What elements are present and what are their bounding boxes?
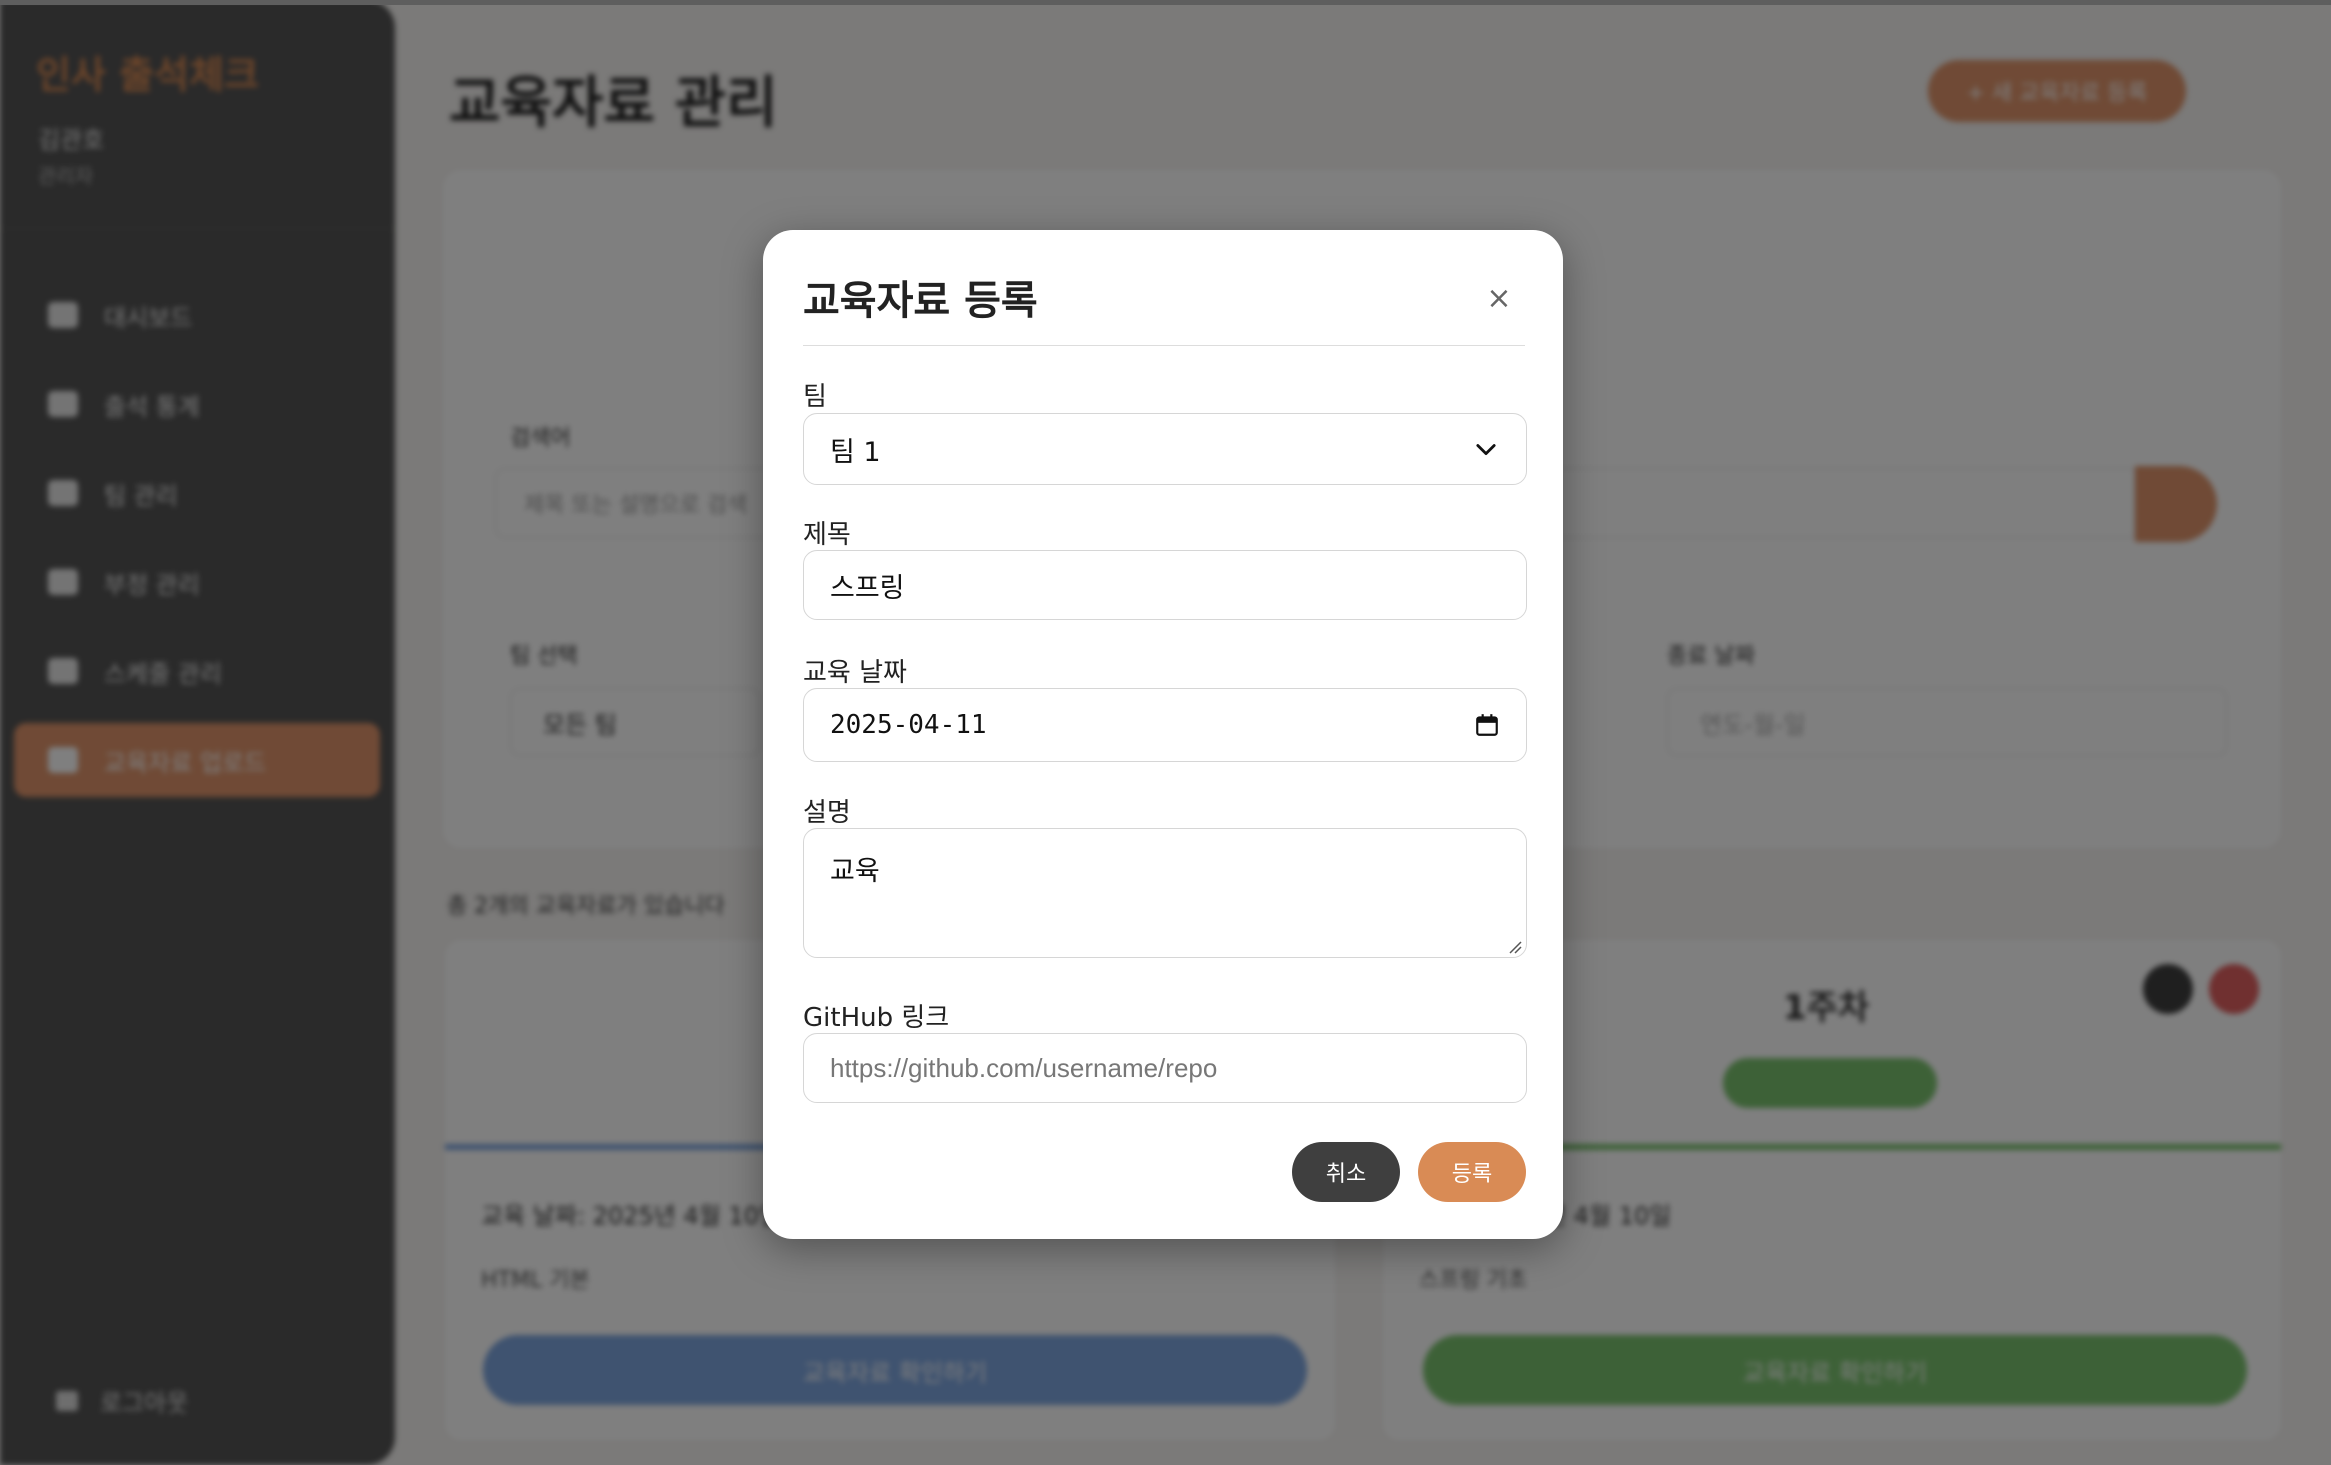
team-select[interactable]: 팀 1 <box>803 413 1527 485</box>
modal-divider <box>803 345 1525 346</box>
github-link-input[interactable] <box>803 1033 1527 1103</box>
description-label: 설명 <box>803 798 851 828</box>
submit-button[interactable]: 등록 <box>1418 1142 1526 1202</box>
calendar-icon[interactable] <box>1474 712 1500 738</box>
register-material-modal: 교육자료 등록 × 팀 팀 1 제목 교육 날짜 2025-04-11 설명 교… <box>763 230 1563 1239</box>
modal-title: 교육자료 등록 <box>803 278 1038 324</box>
date-value: 2025-04-11 <box>830 710 987 740</box>
team-select-value: 팀 1 <box>830 436 881 468</box>
date-input[interactable]: 2025-04-11 <box>803 688 1527 762</box>
date-label: 교육 날짜 <box>803 658 907 688</box>
top-border <box>0 0 2331 5</box>
title-label: 제목 <box>803 520 851 550</box>
chevron-down-icon <box>1476 444 1496 456</box>
description-textarea[interactable]: 교육 <box>803 828 1527 958</box>
github-label: GitHub 링크 <box>803 1003 950 1033</box>
cancel-button[interactable]: 취소 <box>1292 1142 1400 1202</box>
resize-handle-icon[interactable] <box>1508 940 1522 954</box>
close-icon[interactable]: × <box>1481 280 1517 316</box>
title-input[interactable] <box>803 550 1527 620</box>
team-label: 팀 <box>803 382 827 412</box>
